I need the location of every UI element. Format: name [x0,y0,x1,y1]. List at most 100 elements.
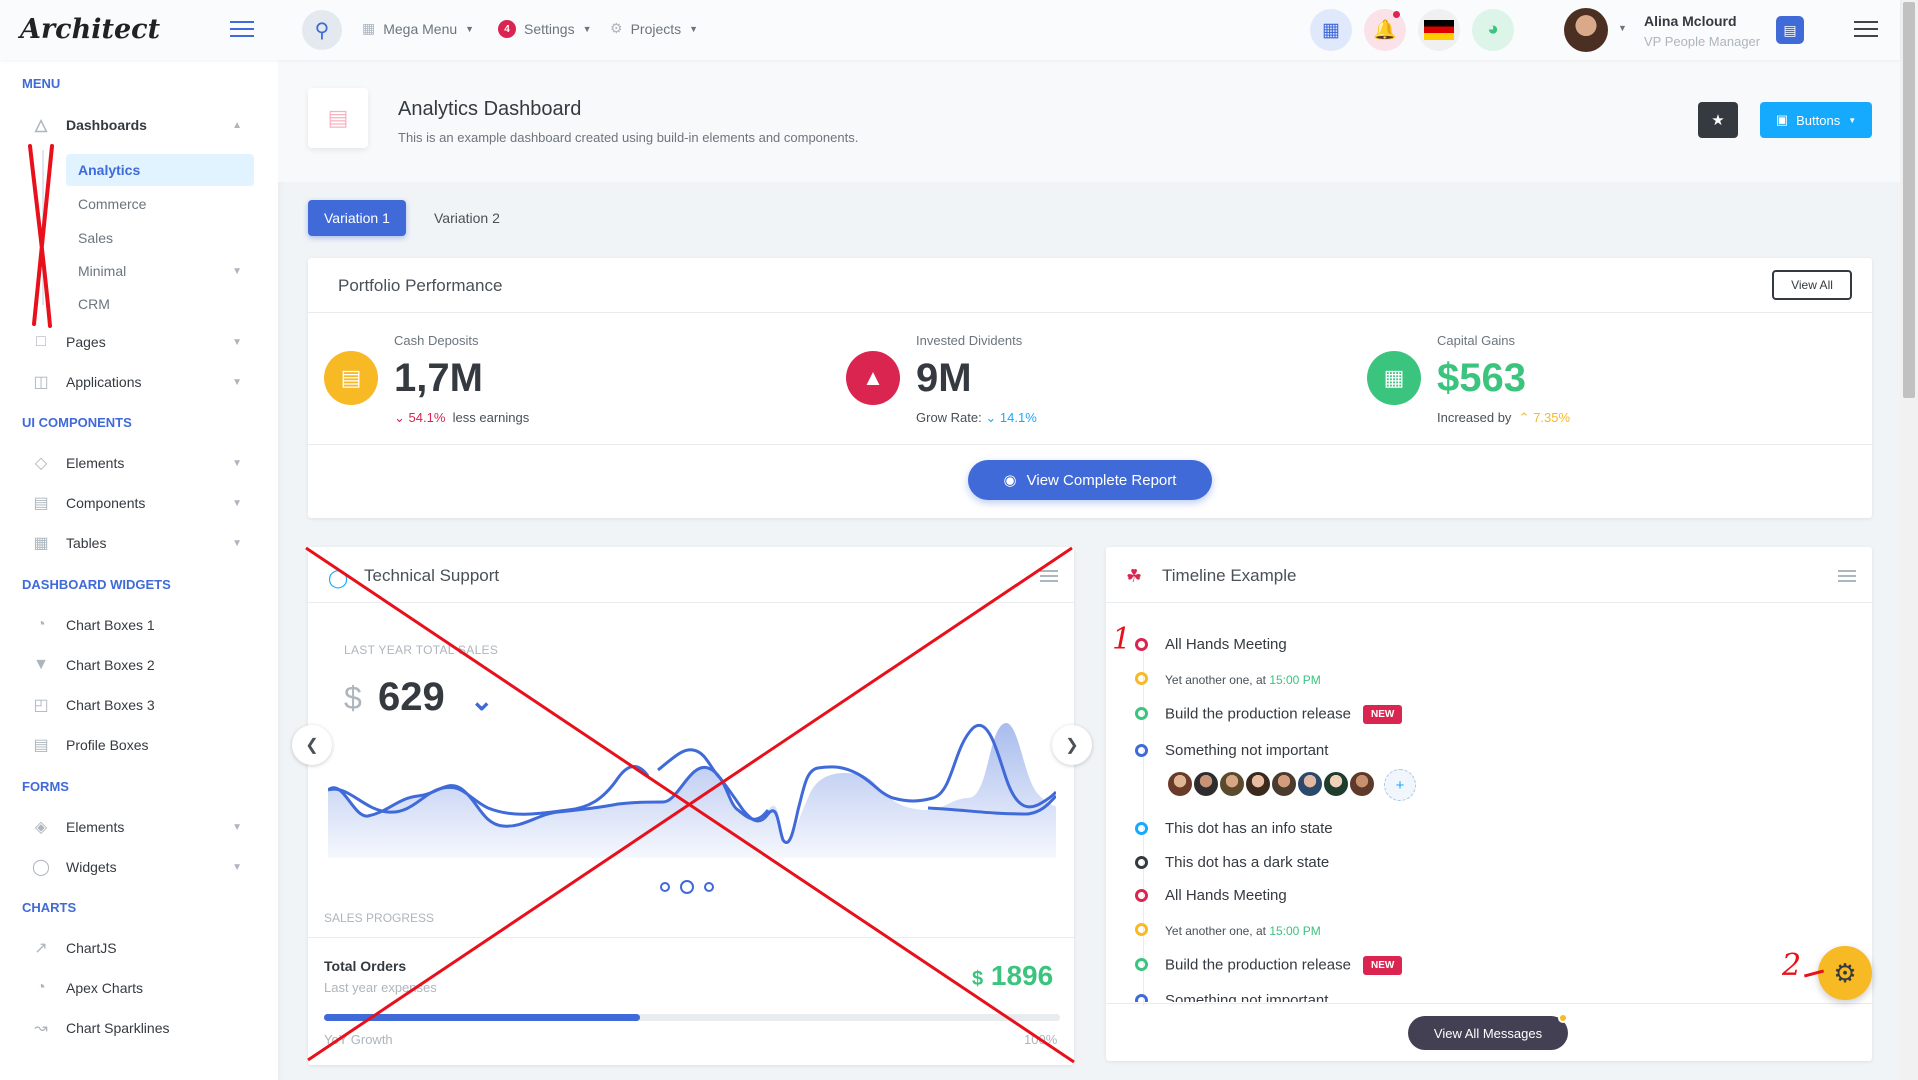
filter-icon: ▼ [33,656,49,673]
sidebar-item-sales[interactable]: Sales [66,222,254,254]
sidebar-item-dashboards[interactable]: △ Dashboards ▲ [30,112,250,138]
sidebar-item-form-elements[interactable]: ◈ Elements ▼ [30,814,250,840]
avatar[interactable] [1348,770,1376,798]
settings-label: Settings [524,21,575,37]
sparkline-icon: ↝ [34,1020,48,1037]
language-button[interactable] [1418,9,1460,51]
search-button[interactable]: ⚲ [302,10,342,50]
sidebar-item-components[interactable]: ▤ Components ▼ [30,490,250,516]
report-button-label: View Complete Report [1026,471,1177,489]
right-menu-icon[interactable] [1854,21,1878,37]
chevron-down-icon: ⌄ [470,685,494,716]
app-logo[interactable]: Architect [20,14,160,45]
chevron-down-icon: ▼ [465,23,475,34]
timeline-dot-success [1135,958,1148,971]
orders-title: Total Orders [324,958,407,974]
theme-settings-button[interactable]: ⚙ [1818,946,1872,1000]
carousel-dot[interactable] [704,882,714,892]
chevron-down-icon: ▼ [232,336,242,348]
sidebar-item-chart-boxes-3[interactable]: ◰ Chart Boxes 3 [30,692,250,718]
sidebar-item-chartjs[interactable]: ↗ ChartJS [30,935,250,961]
buttons-dropdown[interactable]: ▣ Buttons ▼ [1760,102,1872,138]
sidebar-item-label: Widgets [66,859,117,875]
avatar[interactable] [1296,770,1324,798]
sidebar-item-elements[interactable]: ◇ Elements ▼ [30,450,250,476]
sidebar-item-apex-charts[interactable]: ◔ Apex Charts [30,975,250,1001]
view-all-button[interactable]: View All [1772,270,1852,300]
sidebar-item-chart-sparklines[interactable]: ↝ Chart Sparklines [30,1015,250,1041]
annotation-mark-1: 1 [1112,622,1132,657]
timeline-item: Something not important [1165,742,1329,759]
user-role: VP People Manager [1644,34,1761,49]
projects-label: Projects [630,20,682,37]
sidebar-item-crm[interactable]: CRM [66,288,254,320]
chevron-up-icon: ▲ [232,119,242,131]
avatar[interactable] [1166,770,1194,798]
plus-icon: + [1395,776,1405,794]
sidebar-item-chart-boxes-2[interactable]: ▼ Chart Boxes 2 [30,652,250,678]
avatar[interactable] [1192,770,1220,798]
table-icon: ▦ [33,535,49,552]
sidebar-item-analytics[interactable]: Analytics [66,154,254,186]
chevron-down-icon: ▼ [232,821,242,833]
chevron-down-icon: ▼ [232,861,242,873]
stat-delta: 14.1% [999,410,1037,425]
divider [1106,1003,1872,1004]
report-icon: ◉ [1003,472,1017,489]
chevron-down-icon[interactable]: ▼ [1618,23,1627,33]
graph-icon: ↗ [34,940,48,957]
sidebar-item-commerce[interactable]: Commerce [66,188,254,220]
scrollbar-thumb[interactable] [1903,2,1915,398]
settings-nav[interactable]: 4 Settings ▼ [498,20,592,38]
new-badge: NEW [1362,956,1403,975]
sidebar-item-widgets[interactable]: ◯ Widgets ▼ [30,854,250,880]
sidebar-item-label: Chart Boxes 3 [66,697,155,713]
sidebar-item-applications[interactable]: ◫ Applications ▼ [30,369,250,395]
sidebar-item-label: Profile Boxes [66,737,149,753]
stat-value: 9M [916,356,972,400]
chevron-down-icon: ▼ [232,457,242,469]
avatar[interactable] [1270,770,1298,798]
calendar-button[interactable]: ▤ [1776,16,1804,44]
sales-total: 629 [378,675,445,719]
gear-outline-icon: ⚙ [610,20,623,36]
avatar[interactable] [1564,8,1608,52]
stat-note-text: Grow Rate: [916,410,982,425]
sidebar-item-label: Elements [66,819,125,835]
avatar[interactable] [1244,770,1272,798]
favorite-button[interactable]: ★ [1698,102,1738,138]
sidebar-item-profile-boxes[interactable]: ▤ Profile Boxes [30,732,250,758]
sidebar-toggle-icon[interactable] [230,21,254,37]
apps-grid-button[interactable]: ▦ [1310,9,1352,51]
tab-variation-2[interactable]: Variation 2 [418,200,516,236]
view-all-messages-button[interactable]: View All Messages [1408,1016,1568,1050]
card-menu-icon[interactable] [1838,570,1856,582]
add-avatar-button[interactable]: + [1384,769,1416,801]
tab-variation-1[interactable]: Variation 1 [308,200,406,236]
avatar[interactable] [1218,770,1246,798]
chevron-right-icon: ❯ [1065,737,1079,754]
scrollbar[interactable] [1900,0,1918,1080]
carousel-prev-button[interactable]: ❮ [292,725,332,765]
apps-grid-icon: ▦ [1322,19,1340,41]
sidebar-item-pages[interactable]: □ Pages ▼ [30,329,250,355]
stat-delta: 54.1% [408,410,446,425]
section-charts: Charts [22,900,77,915]
mega-menu-nav[interactable]: ▦ Mega Menu ▼ [362,20,474,37]
carousel-next-button[interactable]: ❯ [1052,725,1092,765]
sidebar-item-chart-boxes-1[interactable]: ◔ Chart Boxes 1 [30,612,250,638]
sidebar-item-minimal[interactable]: Minimal ▼ [66,255,254,287]
projects-nav[interactable]: ⚙ Projects ▼ [610,20,698,37]
carousel-dot[interactable] [660,882,670,892]
page-title: Analytics Dashboard [398,98,582,120]
settings-badge: 4 [498,20,516,38]
carousel-dot-active[interactable] [680,880,694,894]
activity-button[interactable]: ◕ [1472,9,1514,51]
card-menu-icon[interactable] [1040,570,1058,582]
avatar[interactable] [1322,770,1350,798]
sidebar-item-label: Apex Charts [66,980,144,996]
page-header [278,60,1900,182]
notifications-button[interactable]: 🔔 [1364,9,1406,51]
view-complete-report-button[interactable]: ◉ View Complete Report [968,460,1212,500]
sidebar-item-tables[interactable]: ▦ Tables ▼ [30,530,250,556]
